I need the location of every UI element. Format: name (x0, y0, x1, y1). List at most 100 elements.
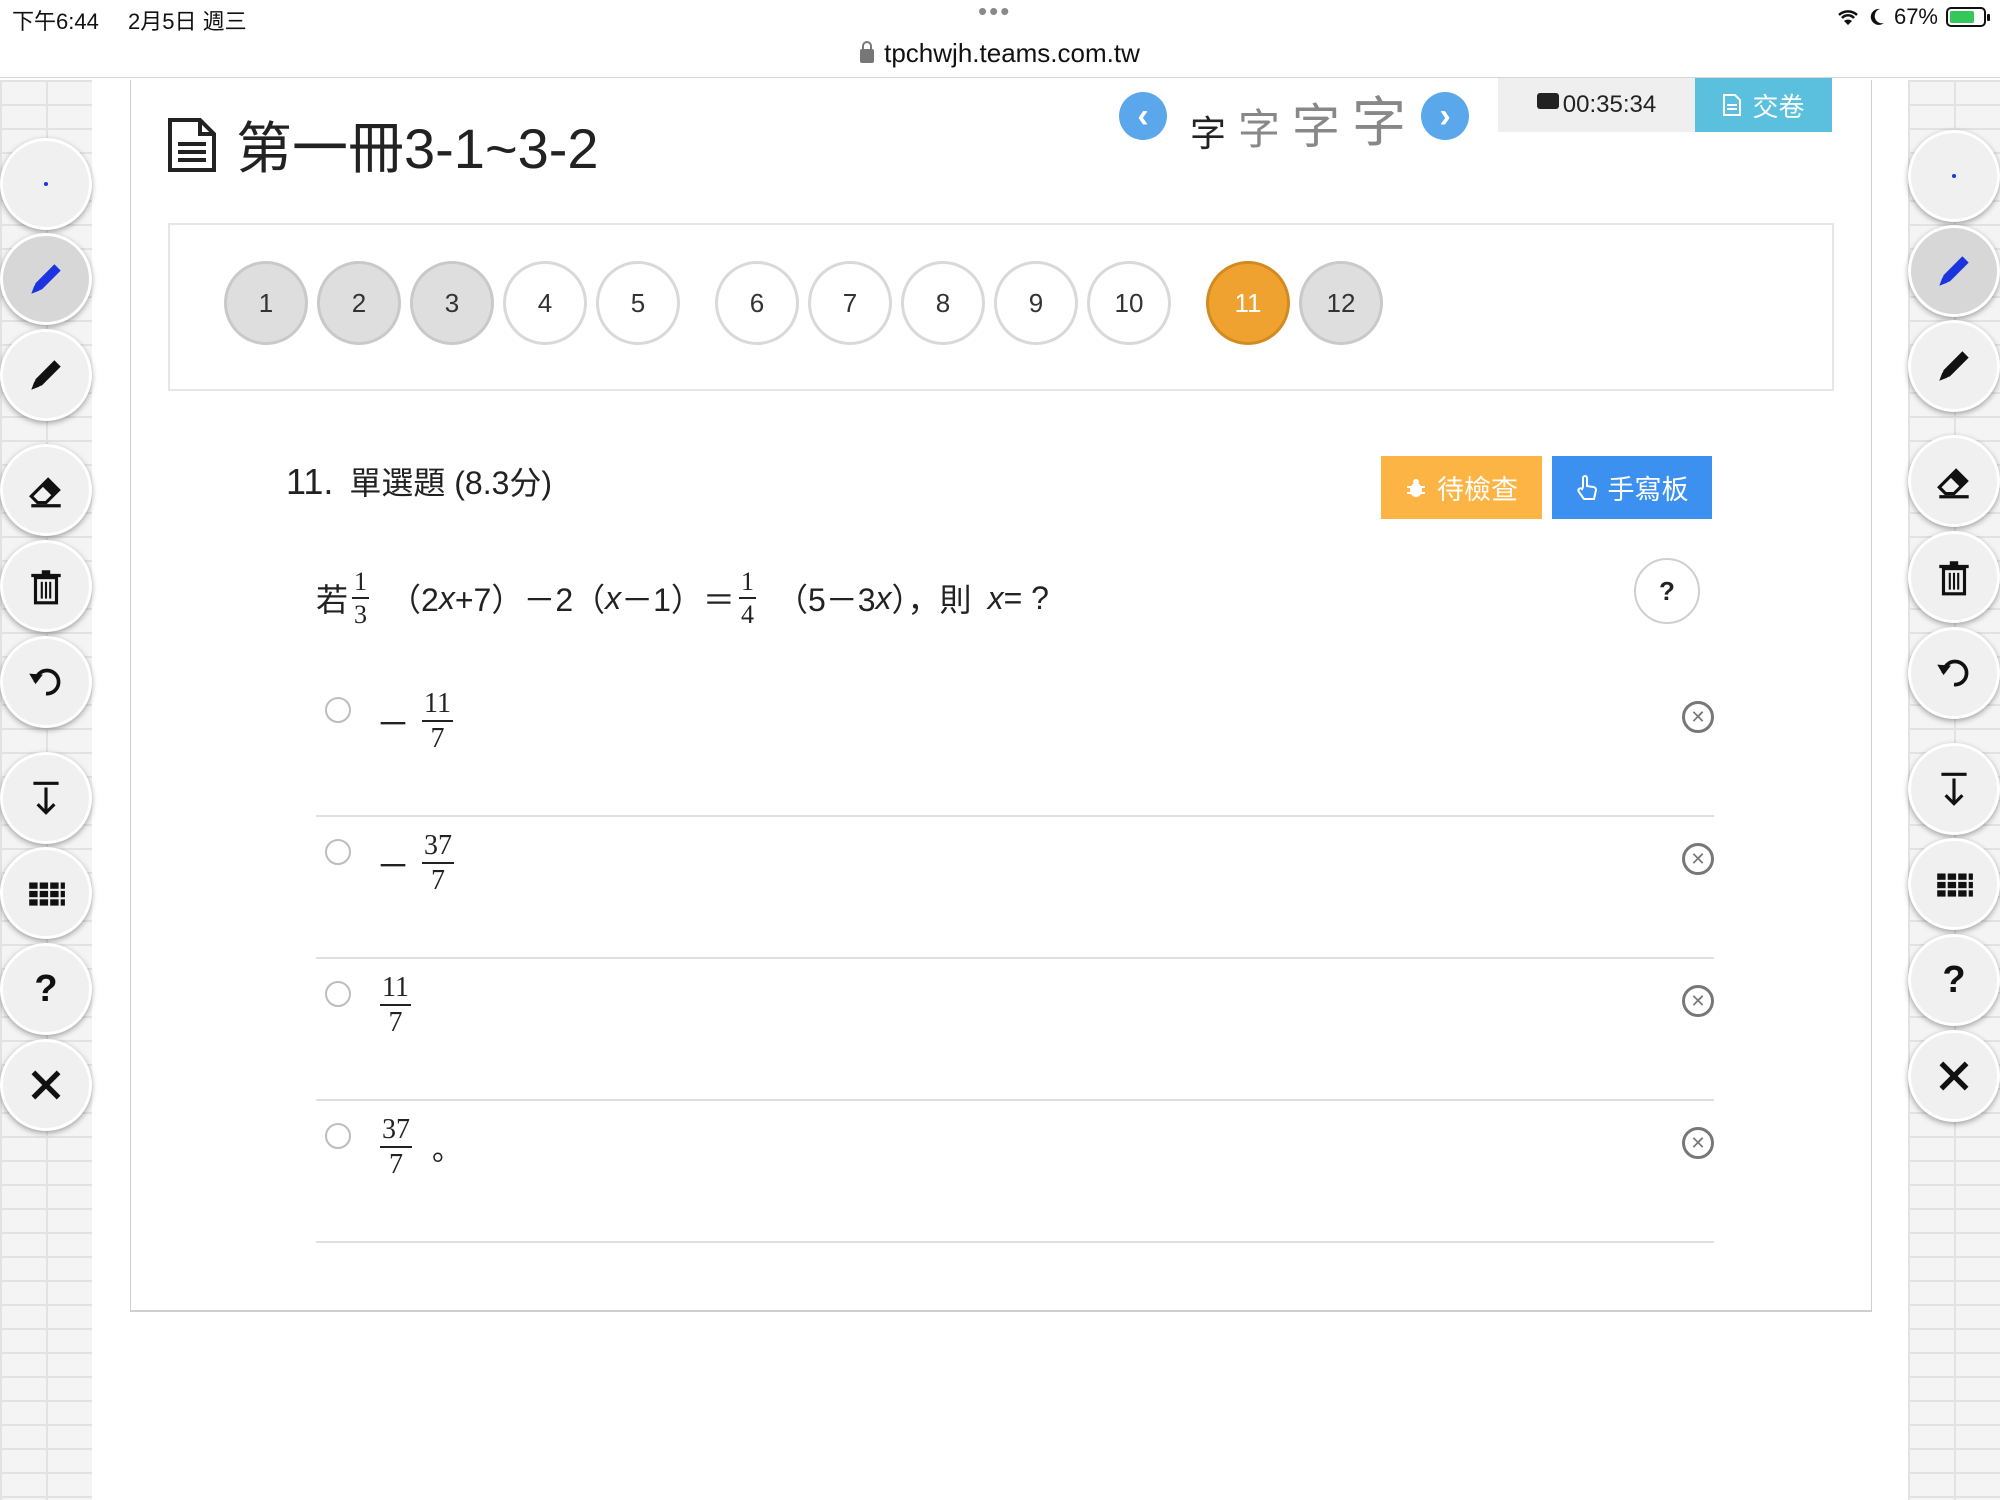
undo-icon (1937, 659, 1969, 687)
address-bar[interactable]: tpchwjh.teams.com.tw (0, 38, 2000, 69)
document-icon (168, 117, 216, 172)
option-a[interactable]: － 11 7 ✕ (316, 675, 1714, 817)
download-icon (33, 781, 59, 815)
question-button-12[interactable]: 12 (1299, 261, 1383, 345)
fraction-denominator: 7 (430, 723, 445, 755)
pen-tool-button-right[interactable] (1908, 320, 2000, 412)
grid-tool-button[interactable] (0, 847, 92, 939)
option-radio[interactable] (325, 697, 351, 723)
question-button-7[interactable]: 7 (808, 261, 892, 345)
question-button-9[interactable]: 9 (994, 261, 1078, 345)
question-button-1[interactable]: 1 (224, 261, 308, 345)
eraser-tool-button[interactable] (0, 444, 92, 536)
undo-tool-button[interactable] (0, 636, 92, 728)
status-right: 67% (1836, 4, 1990, 30)
question-button-8[interactable]: 8 (901, 261, 985, 345)
pen-blue-tool-button-right[interactable] (1908, 225, 2000, 317)
question-button-6[interactable]: 6 (715, 261, 799, 345)
font-size-small[interactable]: 字 (1190, 105, 1226, 157)
help-icon: ? (34, 967, 58, 1010)
eliminate-option-icon[interactable]: ✕ (1682, 1127, 1714, 1159)
help-tool-button-right[interactable]: ? (1908, 934, 2000, 1026)
grid-tool-button-right[interactable] (1908, 838, 2000, 930)
dot-icon (1952, 174, 1956, 178)
pen-tool-button[interactable] (0, 329, 92, 421)
stem-text: （5－3 (775, 582, 876, 618)
fraction-numerator: 1 (352, 567, 370, 599)
next-question-button[interactable]: › (1421, 92, 1469, 140)
fraction-numerator: 1 (738, 567, 756, 599)
eliminate-option-icon[interactable]: ✕ (1682, 985, 1714, 1017)
variable-x: x (605, 579, 622, 616)
eraser-tool-button-right[interactable] (1908, 435, 2000, 527)
grid-icon (1937, 873, 1973, 897)
multitask-dots[interactable]: ••• (978, 0, 1011, 27)
stem-text: = ? (1003, 579, 1049, 616)
timer-value: 00:35:34 (1562, 91, 1657, 118)
option-c[interactable]: 11 7 ✕ (316, 959, 1714, 1101)
question-button-10[interactable]: 10 (1087, 261, 1171, 345)
undo-icon (29, 668, 61, 696)
submit-button[interactable]: 交卷 (1695, 78, 1832, 132)
battery-percent: 67% (1893, 4, 1938, 29)
trash-tool-button[interactable] (0, 540, 92, 632)
page-title: 第一冊3-1~3-2 (236, 117, 599, 180)
eliminate-option-icon[interactable]: ✕ (1682, 843, 1714, 875)
fraction-denominator: 7 (388, 1007, 403, 1039)
download-tool-button[interactable] (0, 752, 92, 844)
font-size-xlarge[interactable]: 字 (1352, 78, 1406, 157)
close-tool-button[interactable] (0, 1039, 92, 1131)
dot-tool-button-right[interactable] (1908, 130, 2000, 222)
bug-icon (1407, 478, 1425, 497)
status-time: 下午6:44 (12, 9, 99, 34)
option-radio[interactable] (325, 839, 351, 865)
option-radio[interactable] (325, 1123, 351, 1149)
question-mark-icon: ? (1659, 575, 1675, 606)
question-button-3[interactable]: 3 (410, 261, 494, 345)
close-tool-button-right[interactable] (1908, 1030, 2000, 1122)
option-fraction: 37 7 (380, 1115, 412, 1180)
help-tool-button[interactable]: ? (0, 943, 92, 1035)
question-help-button[interactable]: ? (1634, 558, 1700, 624)
undo-tool-button-right[interactable] (1908, 627, 2000, 719)
question-button-5[interactable]: 5 (596, 261, 680, 345)
submit-label: 交卷 (1752, 91, 1805, 122)
stem-text: （2 (389, 582, 439, 618)
option-value: － 37 7 (376, 831, 458, 896)
handwriting-button[interactable]: 手寫板 (1552, 456, 1712, 519)
question-stem: 若 13 （2 x +7）－2（ x －1）＝ 14 （5－3 x ），則 x = ? (316, 562, 1049, 634)
option-value: 37 7 。 (376, 1115, 462, 1180)
dot-icon (44, 182, 48, 186)
close-icon (31, 1070, 61, 1100)
question-button-11[interactable]: 11 (1206, 261, 1290, 345)
pen-blue-tool-button[interactable] (0, 233, 92, 325)
trash-tool-button-right[interactable] (1908, 531, 2000, 623)
option-d[interactable]: 37 7 。 ✕ (316, 1101, 1714, 1243)
stem-text: +7）－2（ (454, 582, 606, 618)
document-submit-icon (1723, 94, 1742, 116)
eraser-icon (1937, 468, 1969, 499)
font-size-large[interactable]: 字 (1292, 87, 1340, 157)
mark-review-button[interactable]: 待檢查 (1381, 456, 1542, 519)
dot-tool-button[interactable] (0, 138, 92, 230)
prev-question-button[interactable]: ‹ (1119, 92, 1167, 140)
variable-x: x (438, 579, 455, 616)
download-tool-button-right[interactable] (1908, 743, 2000, 835)
timer: 00:35:34 (1498, 78, 1695, 132)
download-icon (1941, 772, 1967, 806)
handwriting-label: 手寫板 (1607, 475, 1689, 505)
stem-text: －1）＝ (621, 582, 735, 618)
option-tail: 。 (432, 1134, 462, 1168)
question-navigator: 1 2 3 4 5 6 7 8 9 10 11 12 (168, 223, 1834, 391)
question-button-4[interactable]: 4 (503, 261, 587, 345)
fraction-denominator: 4 (740, 600, 754, 629)
question-button-2[interactable]: 2 (317, 261, 401, 345)
eliminate-option-icon[interactable]: ✕ (1682, 701, 1714, 733)
font-size-medium[interactable]: 字 (1238, 96, 1280, 157)
pen-blue-icon (1939, 256, 1969, 286)
option-radio[interactable] (325, 981, 351, 1007)
option-b[interactable]: － 37 7 ✕ (316, 817, 1714, 959)
battery-icon (1946, 7, 1990, 27)
help-icon: ? (1942, 958, 1966, 1001)
fraction-numerator: 37 (380, 1115, 412, 1149)
